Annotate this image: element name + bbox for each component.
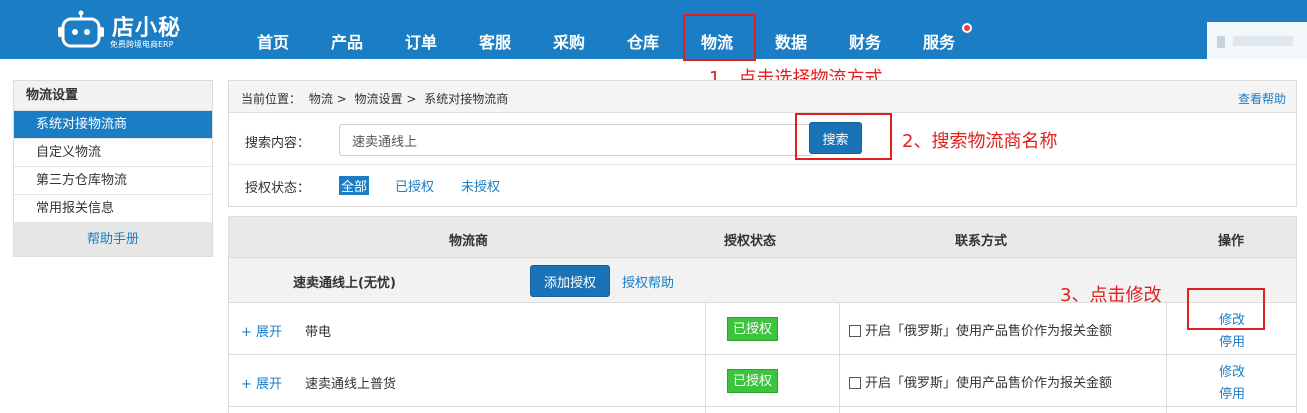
- column-divider: [705, 355, 706, 406]
- column-divider: [705, 407, 706, 413]
- authorization-help-link[interactable]: 授权帮助: [622, 272, 674, 291]
- sidebar: 物流设置 系统对接物流商 自定义物流 第三方仓库物流 常用报关信息 帮助手册: [13, 80, 213, 257]
- column-divider: [839, 303, 840, 354]
- logo[interactable]: 店小秘 免费跨境电商ERP: [58, 8, 208, 52]
- auth-filter-label: 授权状态：: [245, 181, 311, 196]
- service-name: 速卖通线上普货: [305, 377, 397, 392]
- top-navigation-bar: 店小秘 免费跨境电商ERP 首页 产品 订单 客服 采购 仓库 物流 数据 财务…: [0, 0, 1307, 59]
- contact-option: 开启「俄罗斯」使用产品售价作为报关金额: [849, 372, 1112, 391]
- sidebar-item-customs-info[interactable]: 常用报关信息: [14, 195, 212, 223]
- sidebar-title: 物流设置: [14, 81, 212, 111]
- brand-slogan: 免费跨境电商ERP: [110, 40, 174, 49]
- notification-dot-icon: [962, 23, 972, 33]
- disable-link[interactable]: 停用: [1219, 331, 1245, 350]
- nav-services[interactable]: 服务: [923, 29, 955, 53]
- disable-link[interactable]: 停用: [1219, 383, 1245, 402]
- search-input[interactable]: [339, 124, 813, 156]
- add-authorization-button[interactable]: 添加授权: [530, 265, 610, 297]
- carrier-table: 物流商 授权状态 联系方式 操作 速卖通线上(无忧) 添加授权 授权帮助 + 展…: [228, 216, 1297, 413]
- carrier-group-name: 速卖通线上(无忧): [293, 276, 396, 291]
- status-badge: 已授权: [727, 369, 779, 393]
- contact-option: 开启「俄罗斯」使用产品售价作为报关金额: [849, 320, 1112, 339]
- breadcrumb-current: 系统对接物流商: [424, 92, 509, 106]
- column-divider: [839, 407, 840, 413]
- header-status: 授权状态: [724, 234, 777, 249]
- nav-purchasing[interactable]: 采购: [553, 29, 585, 53]
- contact-option-label: 开启「俄罗斯」使用产品售价作为报关金额: [865, 376, 1113, 391]
- user-account-area[interactable]: [1207, 22, 1307, 59]
- service-name: 带电: [305, 325, 332, 340]
- filter-authorized[interactable]: 已授权: [395, 176, 434, 195]
- auth-filter-row: 授权状态： 全部 已授权 未授权: [229, 165, 1296, 205]
- table-header: 物流商 授权状态 联系方式 操作: [229, 217, 1296, 257]
- nav-home[interactable]: 首页: [257, 29, 289, 53]
- user-name-blurred: [1233, 36, 1293, 46]
- nav-data[interactable]: 数据: [775, 29, 807, 53]
- column-divider: [1166, 303, 1167, 354]
- edit-link[interactable]: 修改: [1219, 361, 1245, 380]
- avatar: [1217, 36, 1225, 48]
- table-row: [229, 406, 1296, 413]
- column-divider: [839, 355, 840, 406]
- annotation-step2: 2、搜索物流商名称: [902, 131, 1058, 152]
- breadcrumb-bar: 当前位置： 物流 > 物流设置 > 系统对接物流商 查看帮助: [229, 81, 1296, 113]
- search-row: 搜索内容：: [229, 113, 1296, 165]
- contact-option-label: 开启「俄罗斯」使用产品售价作为报关金额: [865, 324, 1113, 339]
- breadcrumb-prefix: 当前位置：: [241, 92, 302, 106]
- sidebar-item-custom-logistics[interactable]: 自定义物流: [14, 139, 212, 167]
- search-label: 搜索内容：: [245, 136, 311, 151]
- annotation-box-edit: [1187, 288, 1265, 330]
- expand-toggle[interactable]: + 展开: [241, 373, 282, 392]
- header-contact: 联系方式: [955, 234, 1008, 249]
- breadcrumb-logistics[interactable]: 物流 >: [309, 92, 347, 106]
- expand-toggle[interactable]: + 展开: [241, 321, 282, 340]
- help-manual-link[interactable]: 帮助手册: [14, 223, 212, 256]
- filter-unauthorized[interactable]: 未授权: [461, 176, 500, 195]
- robot-logo-icon: [58, 10, 104, 48]
- brand-name: 店小秘: [112, 16, 182, 41]
- nav-products[interactable]: 产品: [331, 29, 363, 53]
- annotation-step3: 3、点击修改: [1060, 285, 1162, 306]
- sidebar-item-system-carriers[interactable]: 系统对接物流商: [14, 111, 212, 139]
- filter-all[interactable]: 全部: [339, 176, 370, 195]
- search-panel: 当前位置： 物流 > 物流设置 > 系统对接物流商 查看帮助 搜索内容： 授权状…: [228, 80, 1297, 207]
- status-badge: 已授权: [727, 317, 779, 341]
- nav-finance[interactable]: 财务: [849, 29, 881, 53]
- table-row: + 展开 速卖通线上普货 已授权 开启「俄罗斯」使用产品售价作为报关金额 修改 …: [229, 354, 1296, 406]
- nav-orders[interactable]: 订单: [405, 29, 437, 53]
- header-provider: 物流商: [449, 234, 489, 249]
- header-action: 操作: [1218, 234, 1245, 249]
- breadcrumb-logistics-settings[interactable]: 物流设置 >: [355, 92, 417, 106]
- nav-customer-service[interactable]: 客服: [479, 29, 511, 53]
- column-divider: [705, 303, 706, 354]
- annotation-box-search: [795, 113, 892, 160]
- russia-price-checkbox[interactable]: [849, 325, 861, 337]
- russia-price-checkbox[interactable]: [849, 377, 861, 389]
- nav-warehouse[interactable]: 仓库: [627, 29, 659, 53]
- sidebar-item-third-party-warehouse[interactable]: 第三方仓库物流: [14, 167, 212, 195]
- column-divider: [1166, 355, 1167, 406]
- annotation-box-logistics: [683, 14, 756, 61]
- table-row: + 展开 带电 已授权 开启「俄罗斯」使用产品售价作为报关金额 修改 停用: [229, 302, 1296, 354]
- view-help-link[interactable]: 查看帮助: [1238, 90, 1286, 107]
- breadcrumb: 当前位置： 物流 > 物流设置 > 系统对接物流商: [241, 90, 512, 107]
- column-divider: [1166, 407, 1167, 413]
